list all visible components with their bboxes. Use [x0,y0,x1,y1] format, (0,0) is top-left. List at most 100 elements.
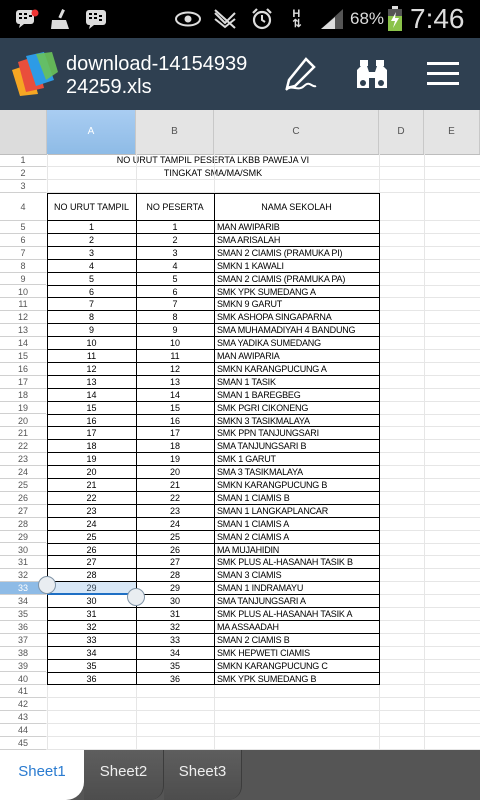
table-row-border [47,439,379,441]
spreadsheet-grid[interactable]: ABCDE 1 2 3 4 5 6 7 8 9 10 11 12 13 14 15 16 17 18 19 20 21 2… [0,110,480,750]
tab-sheet1[interactable]: Sheet1 [0,750,84,800]
pen-icon[interactable] [278,52,322,96]
table-col-border [136,193,137,686]
table-row-border [47,658,379,660]
table-row-border [47,542,379,544]
menu-icon[interactable] [421,52,465,96]
no-peserta-header: NO PESERTA [146,202,204,212]
table-row-border [47,400,379,402]
row-header-3[interactable]: 3 [0,180,46,193]
row-header-24[interactable]: 24 [0,466,46,479]
row-header-17[interactable]: 17 [0,376,46,389]
column-header-a[interactable]: A [47,110,136,154]
row-header-30[interactable]: 30 [0,544,46,557]
table-row-border [47,645,379,647]
table-row-border [47,323,379,325]
row-header-35[interactable]: 35 [0,608,46,621]
row-header-25[interactable]: 25 [0,479,46,492]
row-header-43[interactable]: 43 [0,711,46,725]
row-header-22[interactable]: 22 [0,440,46,454]
row-header-18[interactable]: 18 [0,389,46,402]
row-header-8[interactable]: 8 [0,260,46,273]
column-header-d[interactable]: D [379,110,424,154]
table-row-border [47,619,379,621]
row-header-34[interactable]: 34 [0,595,46,608]
table-row-border [47,671,379,673]
row-header-28[interactable]: 28 [0,518,46,531]
gridline [46,192,480,193]
row-header-15[interactable]: 15 [0,350,46,363]
row-header-19[interactable]: 19 [0,402,46,415]
row-header-14[interactable]: 14 [0,337,46,350]
row-header-21[interactable]: 21 [0,427,46,441]
table-row-border [47,465,379,467]
gridline [46,723,480,725]
row-header-27[interactable]: 27 [0,505,46,518]
row-header-20[interactable]: 20 [0,415,46,428]
table-row-border [47,607,379,608]
row-header-5[interactable]: 5 [0,221,46,234]
sheet-tab-bar: Sheet1 Sheet2 Sheet3 [0,750,480,800]
column-header-c[interactable]: C [214,110,379,154]
row-header-4[interactable]: 4 [0,193,46,221]
column-header-b[interactable]: B [136,110,214,154]
eye-icon [174,8,202,30]
no-signal-icon [212,8,238,30]
no-urut-header: NO URUT TAMPIL [53,202,129,212]
binoculars-icon[interactable] [350,52,394,96]
row-header-31[interactable]: 31 [0,556,46,570]
table-row-border [47,245,379,247]
row-header-23[interactable]: 23 [0,453,46,467]
row-header-2[interactable]: 2 [0,167,46,180]
row-header-1[interactable]: 1 [0,154,46,167]
column-header-bar: ABCDE [0,110,480,155]
row-header-44[interactable]: 44 [0,724,46,737]
row-header-12[interactable]: 12 [0,311,46,325]
gridline [46,736,480,737]
bbm-icon [84,8,110,30]
table-col-border [214,193,215,686]
row-header-37[interactable]: 37 [0,634,46,647]
tab-sheet3[interactable]: Sheet3 [164,750,242,800]
column-header-e[interactable]: E [424,110,480,154]
row-header-7[interactable]: 7 [0,247,46,260]
battery-percentage: 68% [350,9,385,28]
cleaner-icon [48,8,74,30]
alarm-icon [248,8,276,30]
table-row-border [47,232,379,234]
clock: 7:46 [410,3,465,34]
row-header-9[interactable]: 9 [0,273,46,286]
signal-icon [318,8,346,30]
table-row-border [47,258,379,260]
row-header-42[interactable]: 42 [0,698,46,712]
data-icon: H ⇅ [292,8,302,30]
gridline [46,684,480,686]
table-row-border [47,349,379,350]
table-row-border [47,220,379,221]
bbm-notification-icon [14,8,40,30]
row-header-36[interactable]: 36 [0,621,46,634]
row-header-13[interactable]: 13 [0,324,46,338]
row-header-16[interactable]: 16 [0,363,46,376]
row-header-29[interactable]: 29 [0,531,46,544]
row-header-10[interactable]: 10 [0,286,46,299]
table-row-border [47,490,379,492]
app-bar: download-1415493924259.xls [0,38,480,110]
row-header-38[interactable]: 38 [0,647,46,660]
row-header-11[interactable]: 11 [0,298,46,312]
row-header-41[interactable]: 41 [0,685,46,699]
status-bar: H ⇅ 68% 7:46 [0,0,480,38]
table-row-border [47,452,379,454]
tab-sheet2[interactable]: Sheet2 [84,750,164,800]
row-header-26[interactable]: 26 [0,492,46,505]
row-header-6[interactable]: 6 [0,234,46,247]
table-row-border [47,529,379,531]
row-header-39[interactable]: 39 [0,660,46,673]
table-row-border [47,478,379,479]
row-header-40[interactable]: 40 [0,673,46,686]
selection-handle-end[interactable] [127,588,145,607]
row-header-45[interactable]: 45 [0,737,46,750]
table-row-border [47,413,379,415]
select-all-corner[interactable] [0,110,47,154]
polaris-office-logo[interactable] [8,50,60,98]
